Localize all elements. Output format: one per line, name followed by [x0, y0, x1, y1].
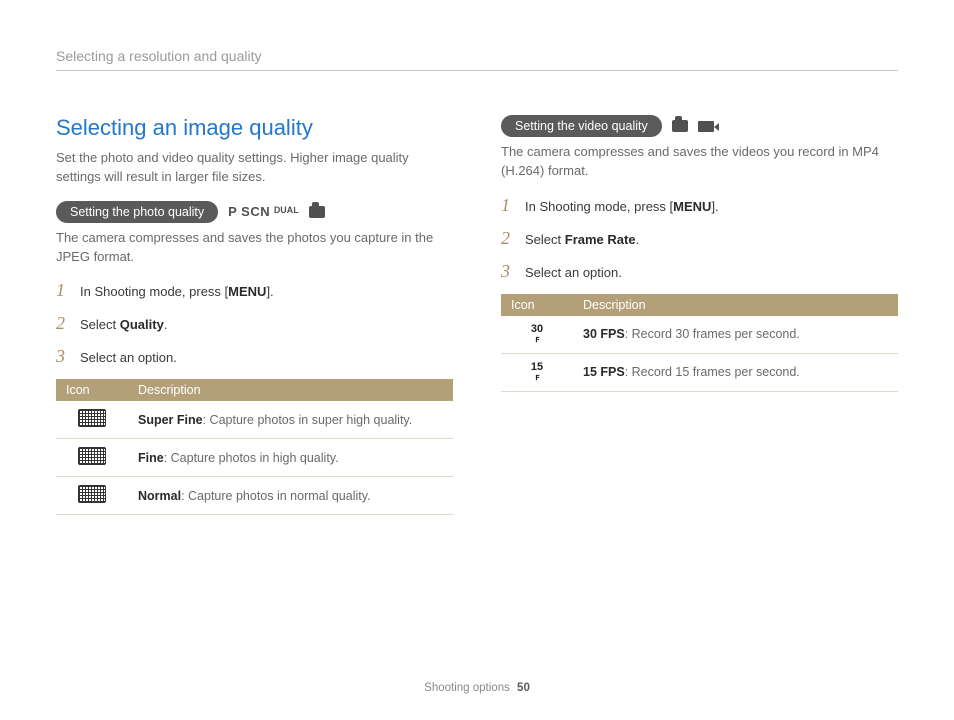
- intro-text: Set the photo and video quality settings…: [56, 149, 453, 187]
- photo-step-2: 2 Select Quality.: [56, 313, 453, 334]
- photo-steps: 1 In Shooting mode, press [MENU]. 2 Sele…: [56, 280, 453, 367]
- option-desc: : Record 15 frames per second.: [625, 365, 800, 379]
- footer-section: Shooting options: [424, 682, 510, 694]
- step-text: ].: [711, 199, 718, 214]
- option-desc: : Record 30 frames per second.: [625, 327, 800, 341]
- step-number: 1: [56, 280, 70, 301]
- table-row: 15ꜰ 15 FPS: Record 15 frames per second.: [501, 353, 898, 391]
- step-text: In Shooting mode, press [: [525, 199, 673, 214]
- breadcrumb: Selecting a resolution and quality: [56, 48, 898, 71]
- step-text: In Shooting mode, press [: [80, 284, 228, 299]
- step-text: Select: [80, 317, 120, 332]
- video-quality-header: Setting the video quality: [501, 115, 898, 137]
- th-icon: Icon: [56, 379, 128, 401]
- th-icon: Icon: [501, 294, 573, 316]
- table-row: Normal: Capture photos in normal quality…: [56, 477, 453, 515]
- photo-quality-header: Setting the photo quality P SCN ᴰᵁᴬᴸ: [56, 201, 453, 223]
- photo-step-3: 3 Select an option.: [56, 346, 453, 367]
- photo-quality-table: Icon Description Super Fine: Capture pho…: [56, 379, 453, 515]
- th-desc: Description: [128, 379, 453, 401]
- option-label: 15 FPS: [583, 365, 625, 379]
- fps-15-icon: 15ꜰ: [531, 362, 543, 382]
- video-step-1: 1 In Shooting mode, press [MENU].: [501, 195, 898, 216]
- quality-label: Quality: [120, 317, 164, 332]
- option-desc: : Capture photos in super high quality.: [203, 413, 413, 427]
- option-desc: : Capture photos in high quality.: [164, 451, 339, 465]
- frame-rate-label: Frame Rate: [565, 232, 636, 247]
- table-row: 30ꜰ 30 FPS: Record 30 frames per second.: [501, 316, 898, 354]
- option-desc: : Capture photos in normal quality.: [181, 489, 370, 503]
- step-text: ].: [266, 284, 273, 299]
- video-step-3: 3 Select an option.: [501, 261, 898, 282]
- mode-p-scn-dual-icon: P SCN ᴰᵁᴬᴸ: [228, 204, 299, 219]
- step-text: Select: [525, 232, 565, 247]
- video-steps: 1 In Shooting mode, press [MENU]. 2 Sele…: [501, 195, 898, 282]
- quality-normal-icon: [78, 485, 106, 503]
- video-step-2: 2 Select Frame Rate.: [501, 228, 898, 249]
- step-text: Select an option.: [525, 265, 622, 280]
- th-desc: Description: [573, 294, 898, 316]
- menu-label: MENU: [228, 284, 266, 299]
- video-quality-pill: Setting the video quality: [501, 115, 662, 137]
- step-number: 1: [501, 195, 515, 216]
- camera-icon: [309, 206, 325, 218]
- photo-step-1: 1 In Shooting mode, press [MENU].: [56, 280, 453, 301]
- quality-superfine-icon: [78, 409, 106, 427]
- page-title: Selecting an image quality: [56, 115, 453, 141]
- video-format-text: The camera compresses and saves the vide…: [501, 143, 898, 181]
- fps-30-icon: 30ꜰ: [531, 324, 543, 344]
- step-text: .: [164, 317, 168, 332]
- right-column: Setting the video quality The camera com…: [501, 115, 898, 515]
- video-icon: [698, 121, 714, 132]
- step-number: 2: [501, 228, 515, 249]
- step-number: 2: [56, 313, 70, 334]
- camera-icon: [672, 120, 688, 132]
- table-row: Fine: Capture photos in high quality.: [56, 439, 453, 477]
- step-text: Select an option.: [80, 350, 177, 365]
- left-column: Selecting an image quality Set the photo…: [56, 115, 453, 515]
- table-row: Super Fine: Capture photos in super high…: [56, 401, 453, 439]
- page-footer: Shooting options 50: [0, 682, 954, 694]
- manual-page: Selecting a resolution and quality Selec…: [0, 0, 954, 720]
- option-label: 30 FPS: [583, 327, 625, 341]
- option-label: Normal: [138, 489, 181, 503]
- photo-quality-pill: Setting the photo quality: [56, 201, 218, 223]
- step-number: 3: [501, 261, 515, 282]
- option-label: Fine: [138, 451, 164, 465]
- page-number: 50: [517, 682, 530, 694]
- step-text: .: [636, 232, 640, 247]
- photo-format-text: The camera compresses and saves the phot…: [56, 229, 453, 267]
- step-number: 3: [56, 346, 70, 367]
- quality-fine-icon: [78, 447, 106, 465]
- menu-label: MENU: [673, 199, 711, 214]
- video-quality-table: Icon Description 30ꜰ 30 FPS: Record 30 f…: [501, 294, 898, 392]
- option-label: Super Fine: [138, 413, 203, 427]
- content-columns: Selecting an image quality Set the photo…: [56, 115, 898, 515]
